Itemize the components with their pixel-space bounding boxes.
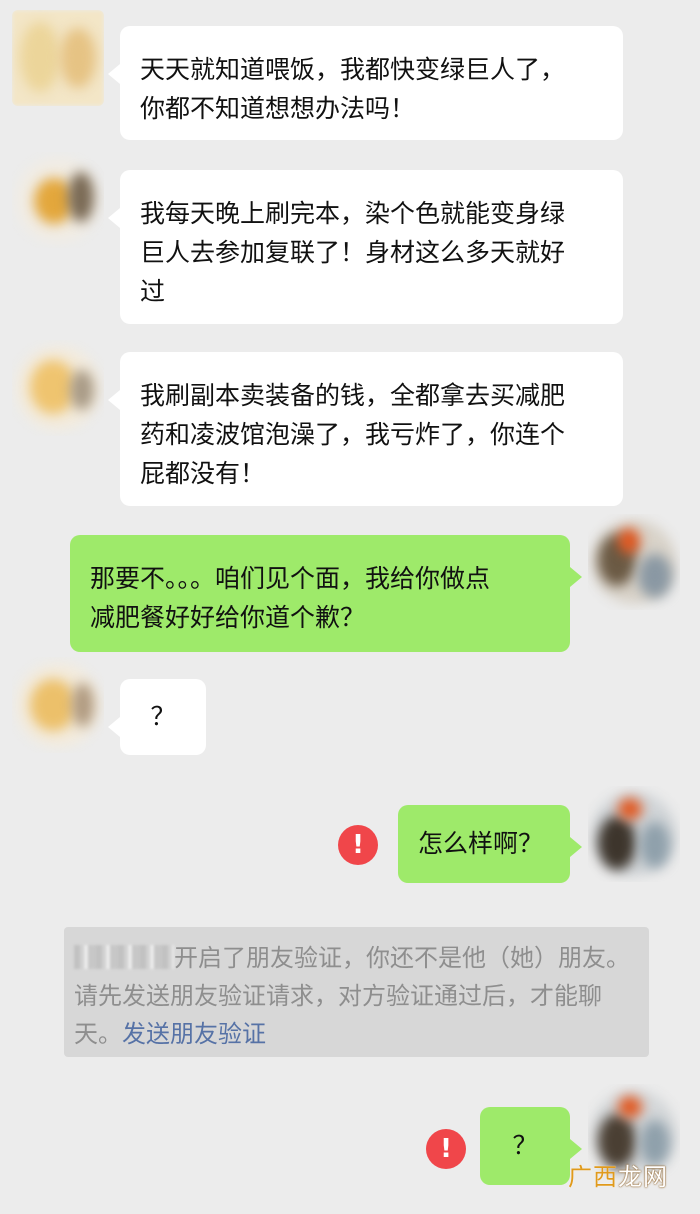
incoming-message-bubble[interactable]: 我刷副本卖装备的钱，全都拿去买减肥 药和凌波馆泡澡了，我亏炸了，你连个 屁都没有… xyxy=(108,352,623,506)
outgoing-message-bubble[interactable]: 那要不。。。咱们见个面，我给你做点 减肥餐好好给你道个歉？ xyxy=(70,535,582,652)
send-friend-verification-link[interactable]: 发送朋友验证 xyxy=(122,1020,266,1048)
outgoing-message-bubble[interactable]: ？ xyxy=(480,1107,582,1185)
contact-avatar[interactable] xyxy=(12,340,104,436)
incoming-message-bubble[interactable]: 天天就知道喂饭，我都快变绿巨人了， 你都不知道想想办法吗！ xyxy=(108,26,623,140)
incoming-message-bubble[interactable]: 我每天晚上刷完本，染个色就能变身绿 巨人去参加复联了！身材这么多天就好 过 xyxy=(108,170,623,324)
contact-avatar[interactable] xyxy=(12,152,104,248)
friend-verification-notice: 开启了朋友验证，你还不是他（她）朋友。请先发送朋友验证请求，对方验证通过后，才能… xyxy=(64,927,649,1057)
contact-avatar[interactable] xyxy=(12,10,104,106)
exclamation-circle-icon[interactable]: ! xyxy=(338,825,378,865)
blurred-contact-name xyxy=(74,945,174,969)
watermark: 广西龙网 xyxy=(568,1157,668,1192)
watermark-logo: 广西 xyxy=(568,1163,618,1191)
outgoing-message-bubble[interactable]: 怎么样啊？ xyxy=(398,805,582,883)
contact-avatar[interactable] xyxy=(12,657,104,753)
watermark-text: 龙网 xyxy=(618,1163,668,1191)
exclamation-circle-icon[interactable]: ! xyxy=(426,1129,466,1169)
my-avatar[interactable] xyxy=(588,786,680,882)
my-avatar[interactable] xyxy=(588,514,680,610)
incoming-message-bubble[interactable]: ？ xyxy=(108,679,206,755)
